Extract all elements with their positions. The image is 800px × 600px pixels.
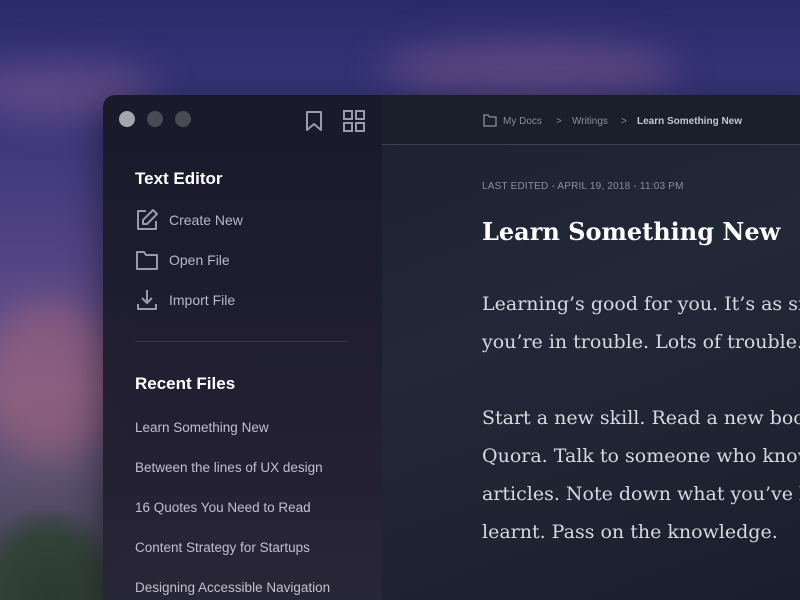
recent-file-item[interactable]: Designing Accessible Navigation xyxy=(135,580,330,595)
folder-icon xyxy=(483,114,497,127)
maximize-window-button[interactable] xyxy=(175,111,191,127)
bookmark-icon[interactable] xyxy=(305,110,323,132)
editor-main: My Docs > Writings > Learn Something New… xyxy=(382,95,800,600)
background-cloud xyxy=(380,40,680,100)
recent-file-item[interactable]: 16 Quotes You Need to Read xyxy=(135,500,311,515)
close-window-button[interactable] xyxy=(119,111,135,127)
last-edited: LAST EDITED - APRIL 19, 2018 - 11:03 PM xyxy=(482,181,684,192)
body-line[interactable]: learnt. Pass on the knowledge. xyxy=(482,521,778,543)
open-file-button[interactable]: Open File xyxy=(135,248,230,272)
breadcrumb-separator: > xyxy=(556,116,562,127)
breadcrumb-my-docs[interactable]: My Docs xyxy=(503,116,542,127)
recent-file-item[interactable]: Between the lines of UX design xyxy=(135,460,323,475)
body-line[interactable]: Learning’s good for you. It’s as sim xyxy=(482,293,800,315)
body-line[interactable]: you’re in trouble. Lots of trouble. xyxy=(482,331,800,353)
minimize-window-button[interactable] xyxy=(147,111,163,127)
create-new-label: Create New xyxy=(169,212,243,228)
folder-icon xyxy=(136,251,158,270)
breadcrumb-separator: > xyxy=(621,116,627,127)
import-file-label: Import File xyxy=(169,292,236,308)
recent-file-item[interactable]: Learn Something New xyxy=(135,420,269,435)
section-title: Text Editor xyxy=(135,169,223,188)
edit-icon xyxy=(137,209,158,230)
document-title[interactable]: Learn Something New xyxy=(482,217,780,246)
download-icon xyxy=(137,290,157,310)
grid-view-icon[interactable] xyxy=(343,110,365,132)
recent-file-item[interactable]: Content Strategy for Startups xyxy=(135,540,310,555)
body-line[interactable]: Start a new skill. Read a new book. xyxy=(482,407,800,429)
body-line[interactable]: Quora. Talk to someone who know xyxy=(482,445,800,467)
breadcrumb-current: Learn Something New xyxy=(637,116,743,127)
sidebar: Text Editor Create New Open File Import … xyxy=(103,95,382,600)
create-new-button[interactable]: Create New xyxy=(135,208,243,232)
breadcrumb-writings[interactable]: Writings xyxy=(572,116,608,127)
background-cloud xyxy=(0,300,120,460)
breadcrumb: My Docs > Writings > Learn Something New xyxy=(382,95,800,145)
import-file-button[interactable]: Import File xyxy=(135,288,235,312)
editor-window: Text Editor Create New Open File Import … xyxy=(103,95,800,600)
open-file-label: Open File xyxy=(169,252,230,268)
background-trees xyxy=(0,510,120,600)
sidebar-divider xyxy=(135,341,348,342)
recent-files-title: Recent Files xyxy=(135,374,236,393)
body-line[interactable]: articles. Note down what you’ve le xyxy=(482,483,800,505)
